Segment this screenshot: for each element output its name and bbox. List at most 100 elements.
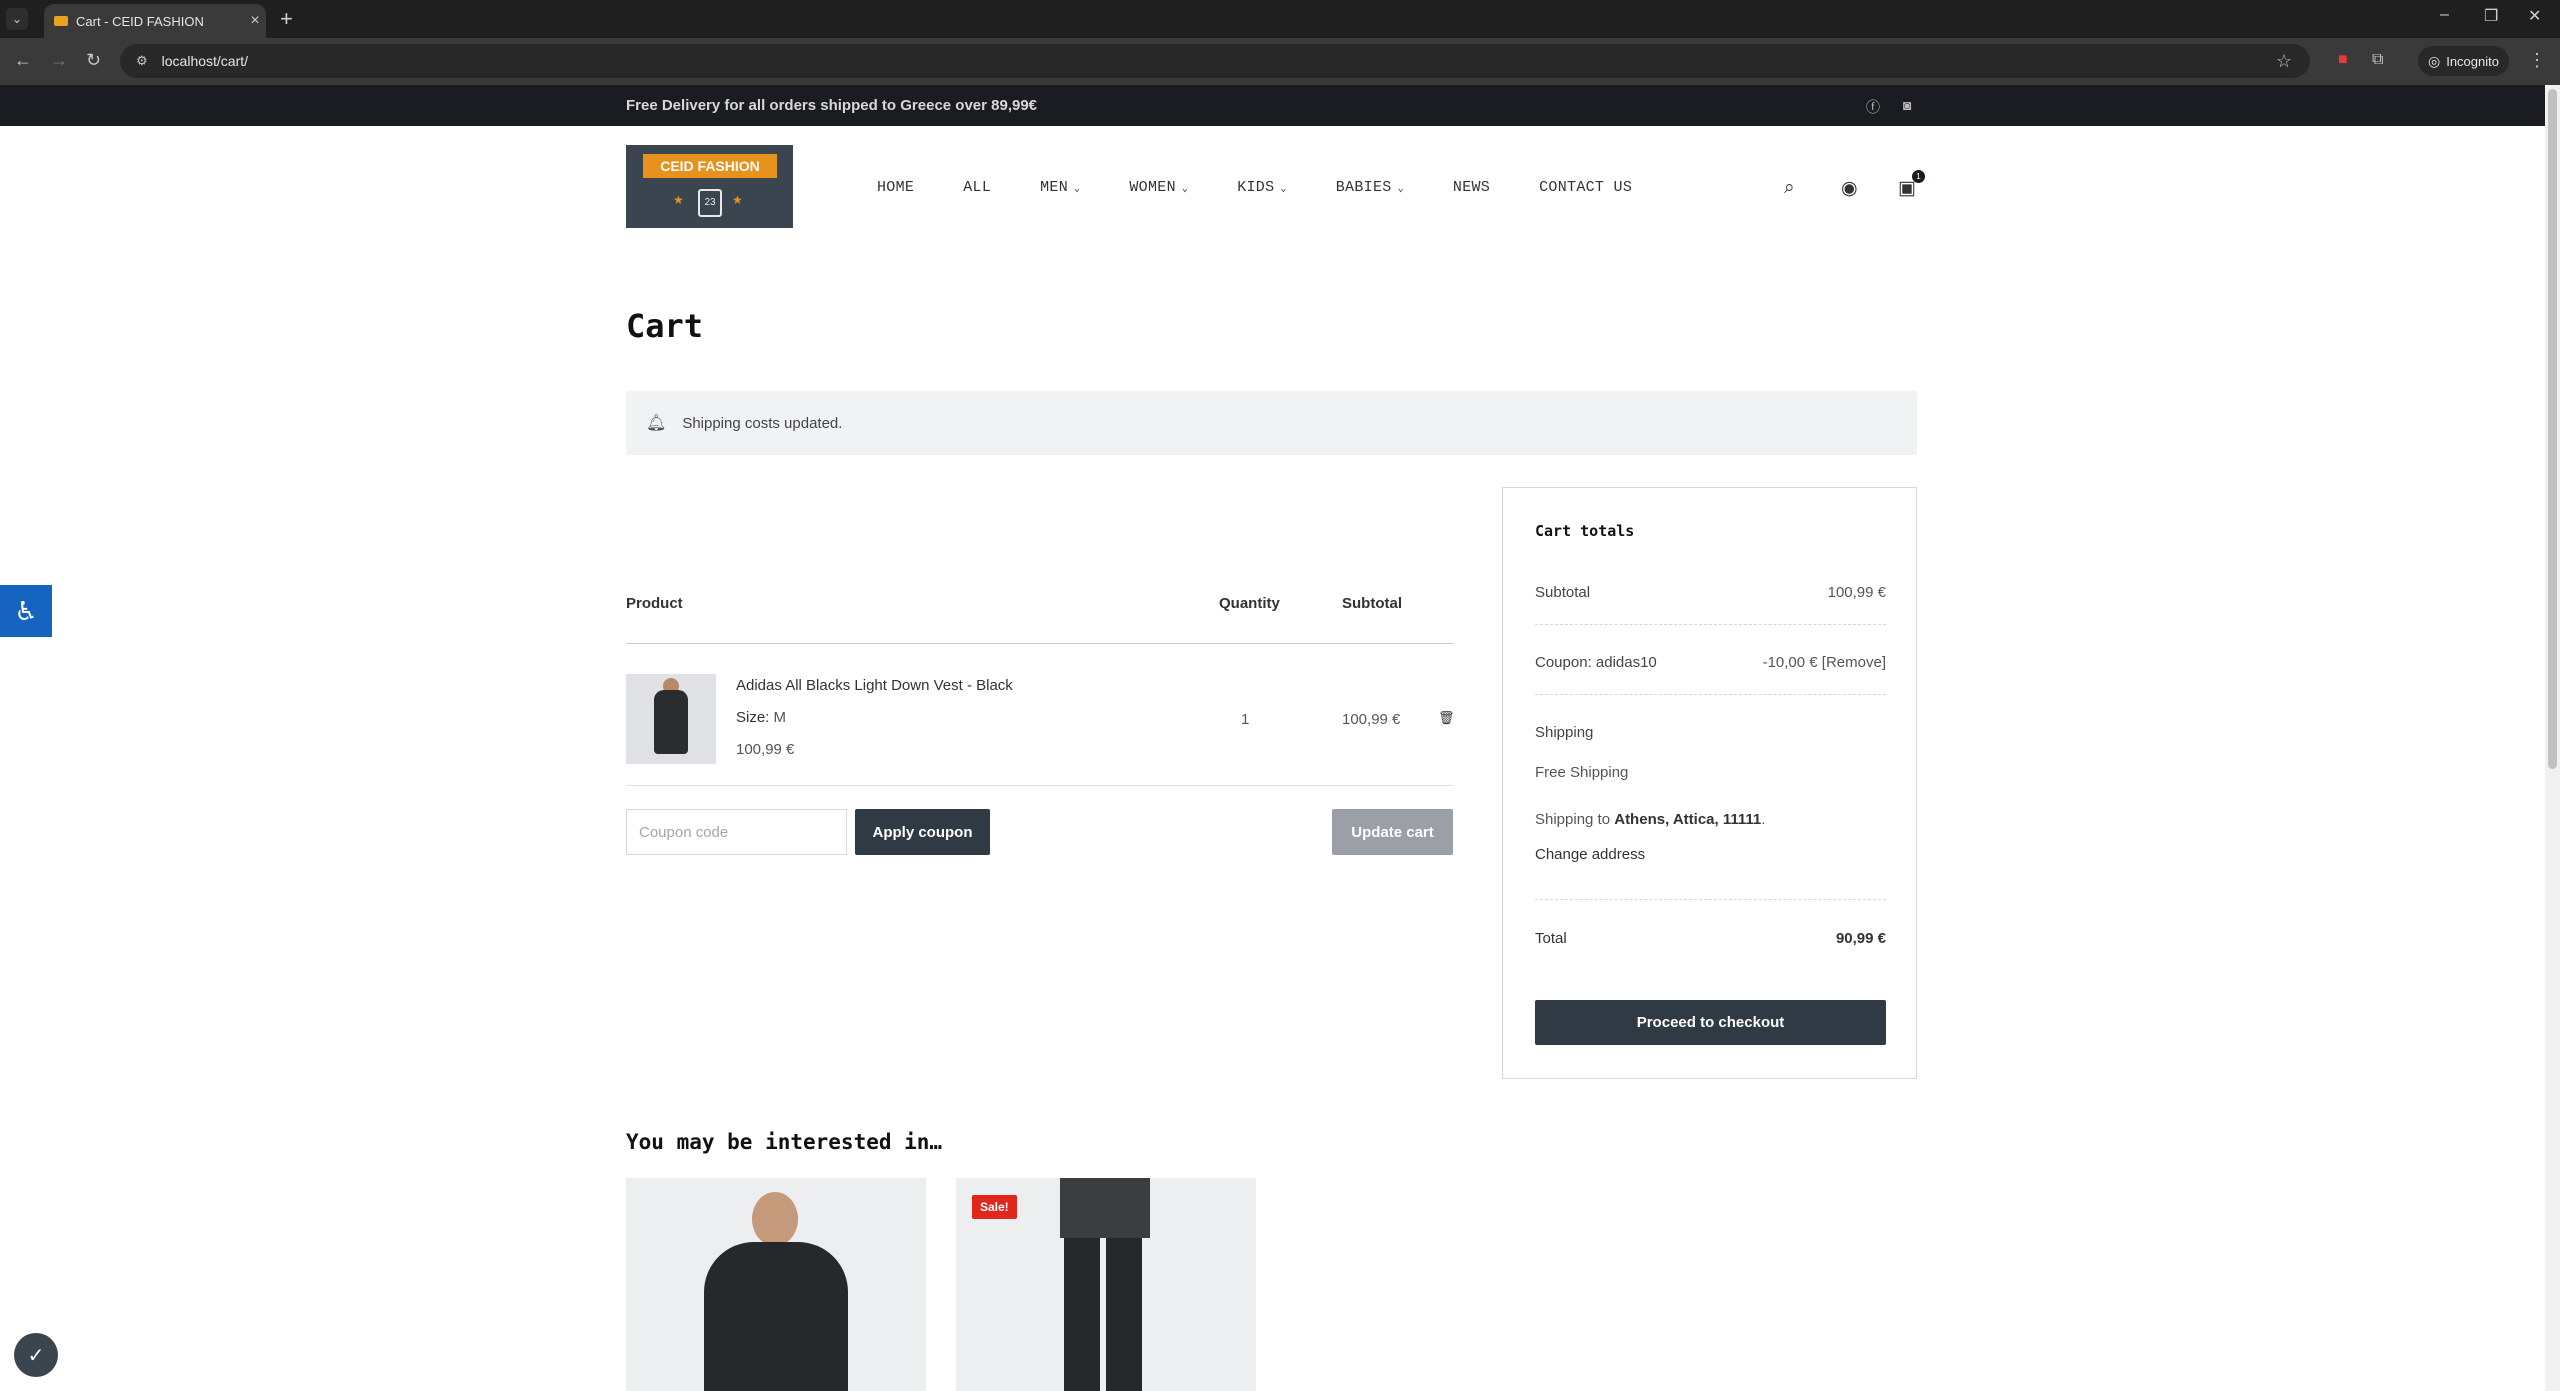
- scrollbar[interactable]: [2545, 85, 2560, 1391]
- product-price: 100,99 €: [736, 741, 795, 758]
- scrollbar-thumb[interactable]: [2548, 89, 2557, 769]
- instagram-icon[interactable]: ◙: [1903, 97, 1911, 113]
- change-address-link[interactable]: Change address: [1535, 846, 1645, 863]
- header-product: Product: [626, 595, 683, 612]
- nav-men[interactable]: MEN ⌄: [1040, 179, 1080, 196]
- favicon-icon: [54, 16, 68, 26]
- logo-text: CEID FASHION: [643, 154, 777, 178]
- shipping-to-prefix: Shipping to: [1535, 811, 1611, 828]
- product-image-shirt: [1060, 1178, 1150, 1238]
- back-icon[interactable]: ←: [14, 50, 32, 71]
- product-image-leg: [1106, 1238, 1142, 1391]
- divider: [1535, 624, 1886, 625]
- web-page: Free Delivery for all orders shipped to …: [0, 85, 2545, 1391]
- shipping-method: Free Shipping: [1535, 764, 1629, 781]
- facebook-icon[interactable]: ⓕ: [1866, 97, 1880, 117]
- minimize-icon[interactable]: –: [2440, 6, 2449, 24]
- nav-label: NEWS: [1452, 179, 1491, 196]
- nav-kids[interactable]: KIDS ⌄: [1237, 179, 1287, 196]
- cart-totals-title: Cart totals: [1535, 522, 1635, 540]
- incognito-indicator[interactable]: ◎ Incognito: [2418, 46, 2509, 76]
- browser-menu-icon[interactable]: ⋮: [2528, 50, 2546, 71]
- reload-icon[interactable]: ↻: [86, 50, 101, 71]
- divider: [626, 643, 1453, 644]
- product-thumbnail[interactable]: [626, 674, 716, 764]
- account-icon[interactable]: ◉: [1841, 177, 1858, 200]
- product-subtotal: 100,99 €: [1342, 711, 1401, 728]
- shipping-notice: 🔔︎ Shipping costs updated.: [626, 391, 1917, 455]
- related-product-card[interactable]: [626, 1178, 926, 1391]
- update-cart-button[interactable]: Update cart: [1332, 809, 1453, 855]
- chevron-down-icon: ⌄: [1280, 184, 1287, 195]
- tab-search-button[interactable]: ⌄: [6, 8, 28, 30]
- promo-text: Free Delivery for all orders shipped to …: [626, 97, 1038, 114]
- accessibility-icon[interactable]: ♿︎: [0, 585, 52, 637]
- size-label: Size:: [736, 709, 770, 726]
- nav-contact-us[interactable]: CONTACT US: [1539, 179, 1632, 196]
- proceed-to-checkout-button[interactable]: Proceed to checkout: [1535, 1000, 1886, 1045]
- nav-babies[interactable]: BABIES ⌄: [1336, 179, 1404, 196]
- bookmark-star-icon[interactable]: ☆: [2276, 51, 2292, 72]
- product-image-leg: [1064, 1238, 1100, 1391]
- cart-totals-panel: Cart totals Subtotal 100,99 € Coupon: ad…: [1502, 487, 1917, 1079]
- shipping-destination: Shipping to Athens, Attica, 11111.: [1535, 811, 1766, 828]
- chevron-down-icon: ⌄: [1074, 184, 1081, 195]
- nav-news[interactable]: NEWS: [1453, 179, 1490, 196]
- nav-home[interactable]: HOME: [877, 179, 914, 196]
- nav-label: ALL: [963, 179, 992, 196]
- coupon-label: Coupon: adidas10: [1535, 654, 1657, 671]
- product-quantity: 1: [1241, 711, 1250, 728]
- notice-text: Shipping costs updated.: [682, 414, 843, 432]
- browser-tab[interactable]: Cart - CEID FASHION ×: [44, 4, 266, 38]
- omnibox[interactable]: ⚙ localhost/cart/ ☆: [120, 44, 2310, 78]
- shipping-label: Shipping: [1535, 724, 1594, 741]
- extensions-puzzle-icon[interactable]: ⧉: [2372, 51, 2383, 69]
- nav-label: WOMEN: [1129, 179, 1176, 196]
- site-logo[interactable]: CEID FASHION ★ 23 ★: [626, 145, 793, 228]
- page-title: Cart: [626, 307, 704, 345]
- close-window-icon[interactable]: ✕: [2528, 6, 2541, 26]
- coupon-discount: -10,00 €: [1762, 654, 1818, 671]
- nav-all[interactable]: ALL: [963, 179, 991, 196]
- remove-coupon-link[interactable]: [Remove]: [1822, 654, 1886, 671]
- divider: [626, 785, 1453, 786]
- divider: [1535, 899, 1886, 900]
- product-name-link[interactable]: Adidas All Blacks Light Down Vest - Blac…: [736, 677, 1013, 694]
- extension-icon[interactable]: ■: [2338, 51, 2348, 69]
- trash-icon[interactable]: 🗑︎: [1438, 710, 1455, 726]
- new-tab-icon[interactable]: +: [280, 6, 293, 32]
- header-quantity: Quantity: [1219, 595, 1280, 612]
- logo-star-icon: ★: [732, 193, 743, 207]
- size-value: M: [773, 709, 787, 726]
- total-label: Total: [1535, 930, 1567, 947]
- search-icon[interactable]: ⌕: [1784, 177, 1795, 199]
- total-value: 90,99 €: [1835, 930, 1886, 947]
- url-text[interactable]: localhost/cart/: [162, 53, 2276, 69]
- product-image-jacket: [704, 1242, 848, 1391]
- shipping-to-place: Athens, Attica, 11111: [1614, 811, 1762, 828]
- apply-coupon-button[interactable]: Apply coupon: [855, 809, 990, 855]
- cookie-settings-icon[interactable]: ✓: [14, 1333, 58, 1377]
- main-navigation: HOME ALL MEN ⌄ WOMEN ⌄ KIDS ⌄ BABIES ⌄ NEWS …: [877, 179, 1681, 196]
- browser-tab-bar: ⌄ Cart - CEID FASHION × + – ❐ ✕: [0, 0, 2560, 38]
- close-tab-icon[interactable]: ×: [244, 12, 266, 30]
- nav-label: BABIES: [1335, 179, 1392, 196]
- restore-icon[interactable]: ❐: [2484, 6, 2498, 26]
- nav-label: HOME: [877, 179, 915, 196]
- cart-count-badge: 1: [1912, 170, 1925, 183]
- nav-women[interactable]: WOMEN ⌄: [1129, 179, 1188, 196]
- coupon-code-input[interactable]: [626, 809, 847, 855]
- related-product-card[interactable]: Sale!: [956, 1178, 1256, 1391]
- incognito-icon: ◎: [2428, 52, 2441, 69]
- header-subtotal: Subtotal: [1342, 595, 1402, 612]
- subtotal-label: Subtotal: [1535, 584, 1591, 601]
- product-image-head: [752, 1192, 798, 1246]
- related-products-title: You may be interested in…: [626, 1130, 943, 1154]
- nav-label: MEN: [1040, 179, 1069, 196]
- divider: [1535, 694, 1886, 695]
- site-info-icon[interactable]: ⚙: [136, 53, 148, 69]
- logo-star-icon: ★: [673, 193, 684, 207]
- logo-jersey-number: 23: [698, 189, 722, 217]
- product-size: Size: M: [736, 709, 786, 726]
- forward-icon[interactable]: →: [50, 50, 68, 71]
